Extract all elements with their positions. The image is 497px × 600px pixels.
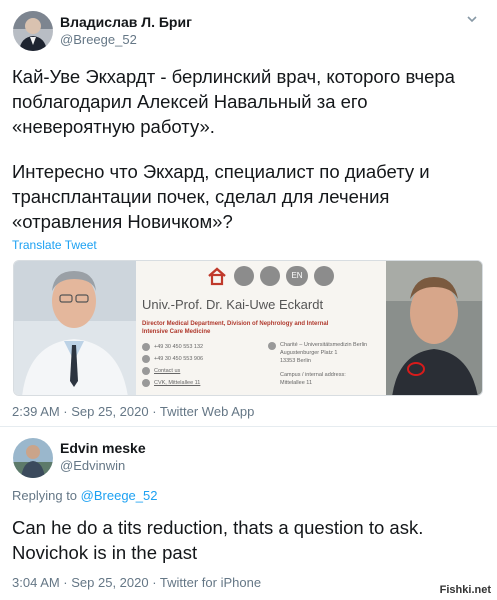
contact-list: +49 30 450 553 132 +49 30 450 553 906 Co…: [142, 341, 252, 389]
search-icon[interactable]: [314, 266, 334, 286]
patient-photo: [386, 261, 482, 395]
contact-row: Contact us: [142, 365, 252, 377]
address-block: Charité – Universitätsmedizin Berlin Aug…: [268, 341, 384, 387]
address-row: Charité – Universitätsmedizin Berlin Aug…: [268, 341, 384, 365]
tweet-timestamp[interactable]: 3:04 AM · Sep 25, 2020 · Twitter for iPh…: [12, 575, 261, 590]
tweet-text-line: трансплантации почек, сделал для лечения: [12, 186, 390, 207]
phone-row: +49 30 450 553 132: [142, 341, 252, 353]
tweet-text-line: Интересно что Экхард, специалист по диаб…: [12, 161, 430, 182]
address-text: Charité – Universitätsmedizin Berlin Aug…: [280, 341, 367, 365]
campus-line: Mittelallee 11: [280, 380, 312, 386]
fax-row: +49 30 450 553 906: [142, 353, 252, 365]
original-tweet: Владислав Л. Бриг @Breege_52 Кай-Уве Экх…: [0, 0, 497, 426]
location-row: CVK, Mittelallee 11: [142, 377, 252, 389]
fax-number: +49 30 450 553 906: [154, 356, 204, 362]
profile-title: Univ.-Prof. Dr. Kai-Uwe Eckardt: [142, 297, 324, 312]
avatar[interactable]: [13, 11, 53, 51]
tweet-timestamp[interactable]: 2:39 AM · Sep 25, 2020 · Twitter Web App: [12, 404, 254, 419]
doctor-photo: [14, 261, 136, 395]
replying-prefix: Replying to: [12, 488, 78, 503]
mail-icon[interactable]: [234, 266, 254, 286]
address-line: Augustenburger Platz 1: [280, 350, 338, 356]
mail-icon: [142, 367, 150, 375]
home-icon[interactable]: [206, 266, 228, 286]
tweet-text-line: «отравления Новичком»?: [12, 211, 233, 232]
replying-handle-link[interactable]: @Breege_52: [81, 488, 158, 503]
address-line: 13353 Berlin: [280, 358, 311, 364]
tweet-text-line: Novichok is in the past: [12, 542, 198, 563]
language-button[interactable]: EN: [286, 266, 308, 286]
fax-icon: [142, 355, 150, 363]
replying-to: Replying to @Breege_52: [12, 488, 157, 503]
tweet-text-line: Can he do a tits reduction, thats a ques…: [12, 517, 424, 538]
pin-icon: [142, 379, 150, 387]
department-line: Director Medical Department, Division of…: [142, 321, 329, 327]
campus-block: Campus / internal address: Mittelallee 1…: [268, 371, 384, 387]
profile-card: EN Univ.-Prof. Dr. Kai-Uwe Eckardt Direc…: [136, 261, 386, 395]
tweet-media[interactable]: EN Univ.-Prof. Dr. Kai-Uwe Eckardt Direc…: [13, 260, 483, 396]
avatar[interactable]: [13, 438, 53, 478]
address-line: Charité – Universitätsmedizin Berlin: [280, 342, 368, 348]
tweet-text-line: «невероятную работу».: [12, 116, 215, 137]
contact-link[interactable]: Contact us: [154, 368, 180, 374]
translate-tweet-link[interactable]: Translate Tweet: [12, 238, 97, 252]
campus-line: Campus / internal address:: [280, 372, 346, 378]
author-handle[interactable]: @Breege_52: [60, 32, 137, 47]
reply-tweet: Edvin meske @Edvinwin Replying to @Breeg…: [0, 426, 497, 600]
location-text: CVK, Mittelallee 11: [154, 380, 201, 386]
watermark: Fishki.net: [439, 584, 491, 596]
phone-number: +49 30 450 553 132: [154, 344, 204, 350]
tweet-text-line: поблагодарил Алексей Навальный за его: [12, 91, 368, 112]
tweet-text-line: Кай-Уве Экхардт - берлинский врач, котор…: [12, 66, 455, 87]
author-handle[interactable]: @Edvinwin: [60, 458, 125, 473]
gear-icon[interactable]: [260, 266, 280, 286]
chevron-down-icon[interactable]: [465, 12, 479, 26]
author-name[interactable]: Edvin meske: [60, 440, 146, 456]
toolbar: EN: [206, 265, 334, 287]
department-line: Intensive Care Medicine: [142, 329, 211, 335]
phone-icon: [142, 343, 150, 351]
building-icon: [268, 342, 276, 350]
author-name[interactable]: Владислав Л. Бриг: [60, 14, 192, 30]
